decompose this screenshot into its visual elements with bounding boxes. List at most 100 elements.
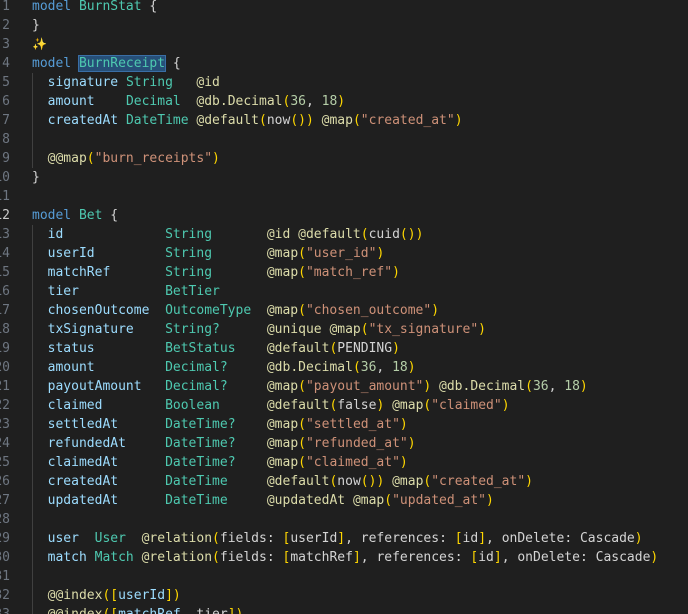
line-number: 11: [0, 189, 10, 204]
line-number: 2: [2, 18, 10, 33]
code-line[interactable]: 15 matchRef String @map("match_ref"): [0, 263, 688, 282]
code-text: match Match @relation(fields: [matchRef]…: [47, 550, 659, 565]
code-text: status BetStatus @default(PENDING): [47, 341, 400, 356]
code-line[interactable]: 10}: [0, 168, 688, 187]
line-number: 10: [0, 170, 10, 185]
code-text: userId String @map("user_id"): [47, 246, 385, 261]
code-line[interactable]: 32 @@index([userId]): [0, 586, 688, 605]
line-number: 23: [0, 417, 10, 432]
code-text: claimed Boolean @default(false) @map("cl…: [47, 398, 510, 413]
code-line[interactable]: 23 settledAt DateTime? @map("settled_at"…: [0, 415, 688, 434]
code-text: @@index([matchRef, tier]): [32, 605, 244, 614]
line-number: 15: [0, 265, 10, 280]
line-number: 1: [2, 0, 10, 14]
line-number: 13: [0, 227, 10, 242]
code-line[interactable]: 26 createdAt DateTime @default(now()) @m…: [0, 472, 688, 491]
code-text: tier BetTier: [47, 284, 220, 299]
line-number: 31: [0, 569, 10, 584]
code-line[interactable]: 11: [0, 187, 688, 206]
line-number: 5: [2, 75, 10, 90]
code-line[interactable]: 6 amount Decimal @db.Decimal(36, 18): [0, 92, 688, 111]
code-text: @@map("burn_receipts"): [47, 151, 220, 166]
line-number: 28: [0, 512, 10, 527]
code-line[interactable]: 4 model BurnReceipt {: [0, 54, 688, 73]
indent-guide: [32, 225, 33, 614]
code-line[interactable]: 16 tier BetTier: [0, 282, 688, 301]
line-number: 20: [0, 360, 10, 375]
code-line[interactable]: 25 claimedAt DateTime? @map("claimed_at"…: [0, 453, 688, 472]
code-line[interactable]: 1 model BurnStat {: [0, 0, 688, 16]
line-number: 30: [0, 550, 10, 565]
code-line[interactable]: 7 createdAt DateTime @default(now()) @ma…: [0, 111, 688, 130]
line-number: 32: [0, 588, 10, 603]
code-text: updatedAt DateTime @updatedAt @map("upda…: [47, 493, 494, 508]
code-line[interactable]: 19 status BetStatus @default(PENDING): [0, 339, 688, 358]
code-line[interactable]: 14 userId String @map("user_id"): [0, 244, 688, 263]
line-number: 12: [0, 208, 10, 223]
code-line[interactable]: 18 txSignature String? @unique @map("tx_…: [0, 320, 688, 339]
code-text: model BurnStat {: [32, 0, 158, 14]
highlighted-model-name[interactable]: BurnReceipt: [77, 55, 167, 72]
line-number: 14: [0, 246, 10, 261]
line-number: 8: [2, 132, 10, 147]
code-line[interactable]: 21 payoutAmount Decimal? @map("payout_am…: [0, 377, 688, 396]
code-line[interactable]: 29 user User @relation(fields: [userId],…: [0, 529, 688, 548]
code-text: settledAt DateTime? @map("settled_at"): [47, 417, 408, 432]
code-line[interactable]: 22 claimed Boolean @default(false) @map(…: [0, 396, 688, 415]
indent-guide: [32, 73, 33, 168]
code-text: user User @relation(fields: [userId], re…: [47, 531, 643, 546]
code-text: txSignature String? @unique @map("tx_sig…: [47, 322, 486, 337]
line-number: 16: [0, 284, 10, 299]
line-number: 27: [0, 493, 10, 508]
code-text: claimedAt DateTime? @map("claimed_at"): [47, 455, 408, 470]
code-line[interactable]: 33 @@index([matchRef, tier]): [0, 605, 688, 614]
code-text: matchRef String @map("match_ref"): [47, 265, 400, 280]
code-editor[interactable]: 1 model BurnStat {2} 3 ✨ 4 model BurnReceipt …: [0, 0, 688, 614]
code-line[interactable]: 20 amount Decimal? @db.Decimal(36, 18): [0, 358, 688, 377]
line-number: 18: [0, 322, 10, 337]
line-number: 22: [0, 398, 10, 413]
code-text: refundedAt DateTime? @map("refunded_at"): [47, 436, 416, 451]
code-text: signature String @id: [47, 75, 220, 90]
code-line[interactable]: 5 signature String @id: [0, 73, 688, 92]
line-number: 7: [2, 113, 10, 128]
code-text: createdAt DateTime @default(now()) @map(…: [47, 474, 533, 489]
line-number: 19: [0, 341, 10, 356]
code-text: id String @id @default(cuid()): [47, 227, 424, 242]
code-line[interactable]: 28: [0, 510, 688, 529]
code-text: amount Decimal? @db.Decimal(36, 18): [47, 360, 416, 375]
code-line[interactable]: 13 id String @id @default(cuid()): [0, 225, 688, 244]
line-number: 25: [0, 455, 10, 470]
code-text: amount Decimal @db.Decimal(36, 18): [47, 94, 346, 109]
code-line[interactable]: 2}: [0, 16, 688, 35]
code-line[interactable]: 31: [0, 567, 688, 586]
line-number: 9: [2, 151, 10, 166]
line-number: 17: [0, 303, 10, 318]
code-lines[interactable]: 1 model BurnStat {2} 3 ✨ 4 model BurnReceipt …: [0, 0, 688, 614]
line-number: 3: [2, 37, 10, 52]
code-text: model BurnReceipt {: [32, 55, 181, 72]
code-text: @@index([userId]): [47, 588, 181, 603]
code-line[interactable]: 3 ✨: [0, 35, 688, 54]
code-text: payoutAmount Decimal? @map("payout_amoun…: [47, 379, 588, 394]
line-number: 26: [0, 474, 10, 489]
code-line[interactable]: 17 chosenOutcome OutcomeType @map("chose…: [0, 301, 688, 320]
code-line[interactable]: 12 model Bet {: [0, 206, 688, 225]
code-line[interactable]: 27 updatedAt DateTime @updatedAt @map("u…: [0, 491, 688, 510]
line-number: 21: [0, 379, 10, 394]
code-text: }: [32, 18, 40, 33]
code-line[interactable]: 9 @@map("burn_receipts"): [0, 149, 688, 168]
code-text: }: [32, 170, 40, 185]
sparkle-icon[interactable]: ✨: [32, 35, 47, 54]
code-text: createdAt DateTime @default(now()) @map(…: [47, 113, 463, 128]
code-line[interactable]: 30 match Match @relation(fields: [matchR…: [0, 548, 688, 567]
code-text: model Bet {: [32, 208, 119, 223]
line-number: 4: [2, 56, 10, 71]
line-number: 24: [0, 436, 10, 451]
code-text: chosenOutcome OutcomeType @map("chosen_o…: [47, 303, 440, 318]
line-number: 29: [0, 531, 10, 546]
line-number: 33: [0, 605, 10, 614]
line-number: 6: [2, 94, 10, 109]
code-line[interactable]: 24 refundedAt DateTime? @map("refunded_a…: [0, 434, 688, 453]
code-line[interactable]: 8: [0, 130, 688, 149]
